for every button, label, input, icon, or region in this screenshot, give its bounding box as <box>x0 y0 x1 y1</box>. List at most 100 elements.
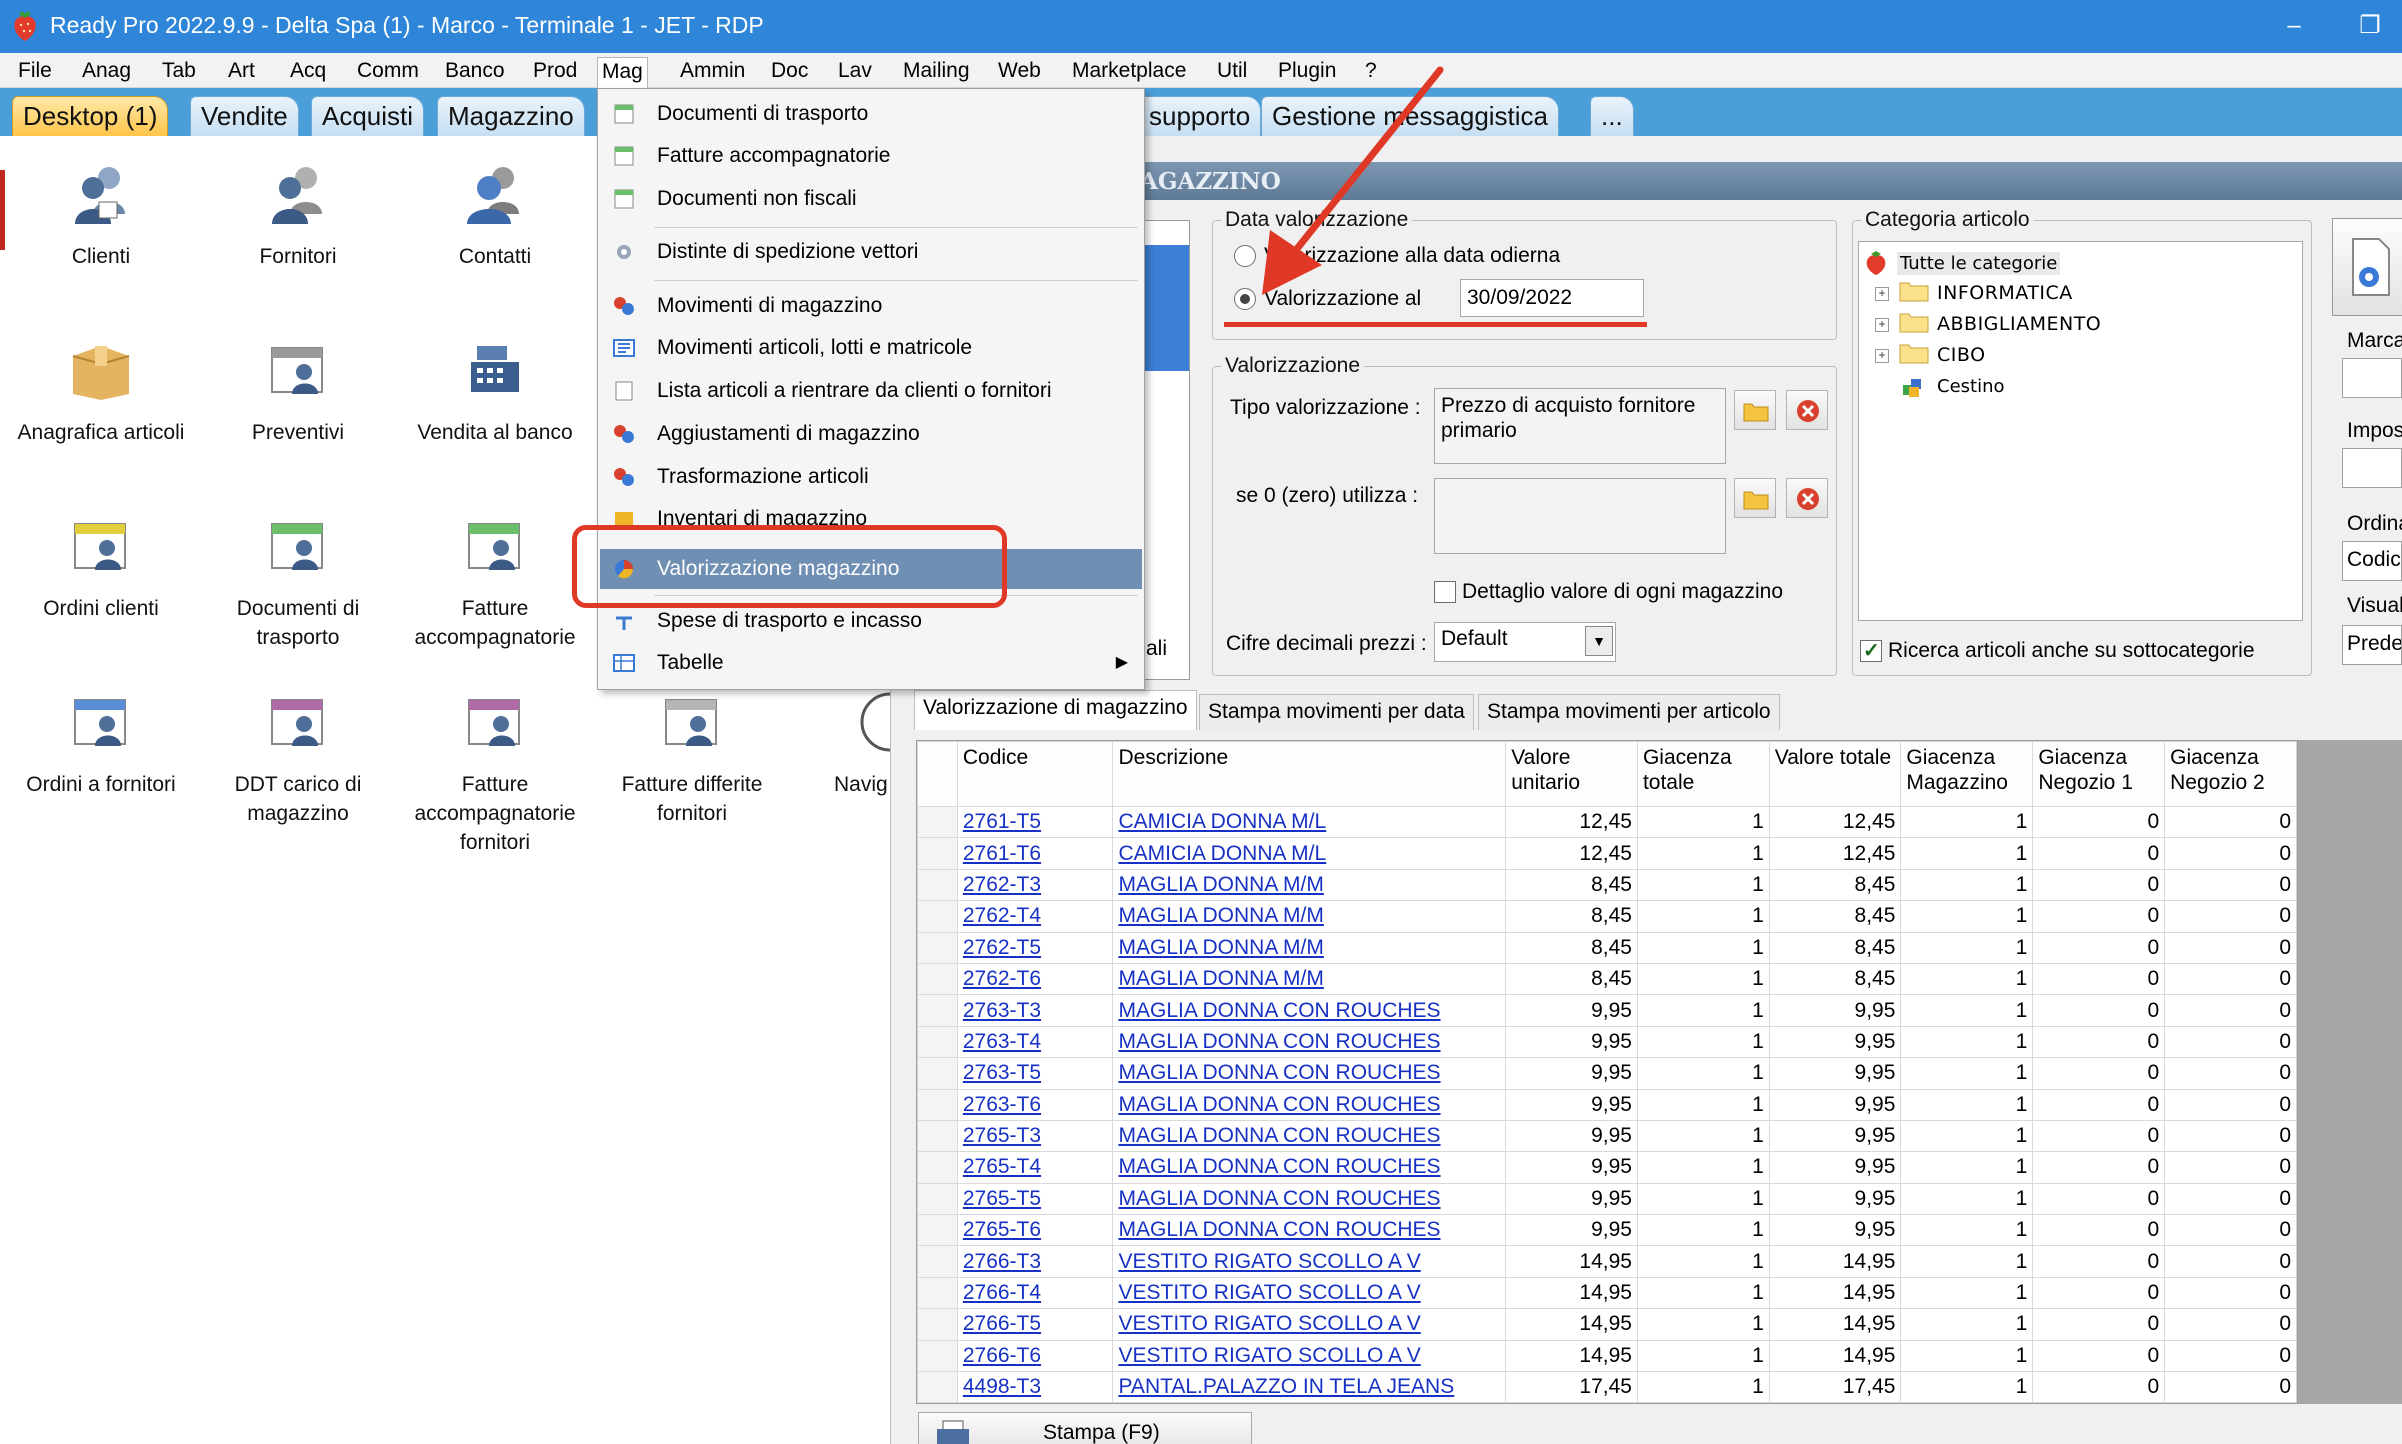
table-row[interactable]: 2762-T4 MAGLIA DONNA M/M 8,45 1 8,45 1 0 0 <box>917 900 2297 933</box>
table-row[interactable]: 2766-T4 VESTITO RIGATO SCOLLO A V 14,95 1 14… <box>917 1276 2297 1310</box>
zero-utilizza-field[interactable] <box>1434 478 1726 554</box>
menu-marketplace[interactable]: Marketplace <box>1068 57 1190 85</box>
cell-descrizione[interactable]: VESTITO RIGATO SCOLLO A V <box>1112 1339 1507 1373</box>
menuitem-distinte-spedizione[interactable]: Distinte di spedizione vettori <box>600 232 1142 272</box>
menuitem-trasformazione-articoli[interactable]: Trasformazione articoli <box>600 457 1142 497</box>
tipo-valorizzazione-field[interactable]: Prezzo di acquisto fornitore primario <box>1434 388 1726 464</box>
desktop-navigatore[interactable]: Navig <box>800 690 890 799</box>
row-selector[interactable] <box>917 868 958 902</box>
table-row[interactable]: 2762-T3 MAGLIA DONNA M/M 8,45 1 8,45 1 0 0 <box>917 868 2297 902</box>
menu-ammin[interactable]: Ammin <box>676 57 749 85</box>
cell-codice[interactable]: 2766-T5 <box>956 1308 1114 1341</box>
table-row[interactable]: 2763-T4 MAGLIA DONNA CON ROUCHES 9,95 1 9,95… <box>917 1025 2297 1059</box>
desktop-preventivi[interactable]: Preventivi <box>198 338 398 447</box>
tree-expand-icon[interactable]: + <box>1875 318 1889 332</box>
menu-web[interactable]: Web <box>994 57 1045 85</box>
cell-descrizione[interactable]: MAGLIA DONNA CON ROUCHES <box>1112 1057 1507 1090</box>
sottocategorie-checkbox[interactable] <box>1860 638 1882 663</box>
subtab-movimenti-data[interactable]: Stampa movimenti per data <box>1199 694 1474 730</box>
menu-file[interactable]: File <box>14 57 56 85</box>
cell-descrizione[interactable]: MAGLIA DONNA CON ROUCHES <box>1112 1025 1507 1059</box>
desktop-contatti[interactable]: Contatti <box>395 162 595 271</box>
table-row[interactable]: 2765-T6 MAGLIA DONNA CON ROUCHES 9,95 1 9,95… <box>917 1214 2297 1247</box>
cell-descrizione[interactable]: CAMICIA DONNA M/L <box>1112 837 1507 870</box>
cell-codice[interactable]: 2761-T6 <box>956 837 1114 870</box>
tree-item-tutte[interactable]: Tutte le categorie <box>1897 252 2061 275</box>
cell-descrizione[interactable]: MAGLIA DONNA CON ROUCHES <box>1112 1182 1507 1216</box>
menuitem-aggiustamenti-magazzino[interactable]: Aggiustamenti di magazzino <box>600 414 1142 454</box>
table-row[interactable]: 2765-T5 MAGLIA DONNA CON ROUCHES 9,95 1 9,95… <box>917 1182 2297 1216</box>
menu-mailing[interactable]: Mailing <box>899 57 974 85</box>
cell-codice[interactable]: 2761-T5 <box>956 805 1114 839</box>
table-row[interactable]: 2765-T3 MAGLIA DONNA CON ROUCHES 9,95 1 9,95… <box>917 1119 2297 1153</box>
grid-header-valore-unitario[interactable]: Valore unitario <box>1505 741 1638 807</box>
ordina-select[interactable]: Codic <box>2342 541 2402 581</box>
dettaglio-magazzino-label[interactable]: Dettaglio valore di ogni magazzino <box>1462 580 1783 604</box>
subtab-movimenti-articolo[interactable]: Stampa movimenti per articolo <box>1478 694 1780 730</box>
row-selector[interactable] <box>917 1308 958 1341</box>
row-selector[interactable] <box>917 1057 958 1090</box>
cell-descrizione[interactable]: MAGLIA DONNA M/M <box>1112 931 1507 964</box>
tab-magazzino[interactable]: Magazzino <box>437 96 585 136</box>
menu-doc[interactable]: Doc <box>767 57 812 85</box>
cell-codice[interactable]: 2762-T3 <box>956 868 1114 902</box>
zero-browse-button[interactable] <box>1734 478 1776 518</box>
table-row[interactable]: 2766-T5 VESTITO RIGATO SCOLLO A V 14,95 1 14… <box>917 1308 2297 1341</box>
desktop-anagrafica-articoli[interactable]: Anagrafica articoli <box>1 338 201 447</box>
menu-mag[interactable]: Mag <box>597 57 648 89</box>
desktop-fatture-accompagnatorie-fornitori[interactable]: Fatture accompagnatorie fornitori <box>395 690 595 857</box>
grid-header-giacenza-magazzino[interactable]: Giacenza Magazzino <box>1900 741 2034 807</box>
menuitem-movimenti-magazzino[interactable]: Movimenti di magazzino <box>600 286 1142 326</box>
row-selector[interactable] <box>917 1182 958 1216</box>
cell-descrizione[interactable]: MAGLIA DONNA CON ROUCHES <box>1112 994 1507 1027</box>
menuitem-movimenti-articoli[interactable]: Movimenti articoli, lotti e matricole <box>600 328 1142 368</box>
cell-descrizione[interactable]: MAGLIA DONNA M/M <box>1112 900 1507 933</box>
desktop-fatture-differite-fornitori[interactable]: Fatture differite fornitori <box>592 690 792 828</box>
results-grid[interactable]: Codice Descrizione Valore unitario Giace… <box>916 740 2298 1404</box>
row-selector[interactable] <box>917 962 958 996</box>
tipo-clear-button[interactable] <box>1786 390 1828 430</box>
cell-codice[interactable]: 2763-T6 <box>956 1088 1114 1121</box>
desktop-fornitori[interactable]: Fornitori <box>198 162 398 271</box>
cell-codice[interactable]: 4498-T3 <box>956 1371 1114 1404</box>
tree-item-cibo[interactable]: CIBO <box>1937 344 1986 366</box>
grid-header-valore-totale[interactable]: Valore totale <box>1768 741 1902 807</box>
row-selector[interactable] <box>917 1151 958 1184</box>
visual-select[interactable]: Prede <box>2342 625 2402 665</box>
cell-codice[interactable]: 2765-T3 <box>956 1119 1114 1153</box>
cell-codice[interactable]: 2765-T6 <box>956 1214 1114 1247</box>
menuitem-documenti-di-trasporto[interactable]: Documenti di trasporto <box>600 94 1142 134</box>
row-selector[interactable] <box>917 1371 958 1404</box>
cell-codice[interactable]: 2766-T3 <box>956 1245 1114 1278</box>
menu-art[interactable]: Art <box>224 57 259 85</box>
row-selector[interactable] <box>917 1245 958 1278</box>
cell-codice[interactable]: 2766-T4 <box>956 1276 1114 1310</box>
category-tree[interactable]: Tutte le categorie + INFORMATICA + ABBIG… <box>1858 241 2303 621</box>
row-selector[interactable] <box>917 1214 958 1247</box>
cell-codice[interactable]: 2765-T5 <box>956 1182 1114 1216</box>
cell-codice[interactable]: 2763-T3 <box>956 994 1114 1027</box>
cell-descrizione[interactable]: PANTAL.PALAZZO IN TELA JEANS <box>1112 1371 1507 1404</box>
tab-acquisti[interactable]: Acquisti <box>311 96 425 136</box>
row-selector[interactable] <box>917 900 958 933</box>
restore-button[interactable]: ❐ <box>2350 10 2390 42</box>
menu-lav[interactable]: Lav <box>834 57 876 85</box>
grid-header-giacenza-totale[interactable]: Giacenza totale <box>1636 741 1770 807</box>
date-field[interactable] <box>1460 279 1644 317</box>
menu-prod[interactable]: Prod <box>529 57 581 85</box>
cell-descrizione[interactable]: MAGLIA DONNA CON ROUCHES <box>1112 1214 1507 1247</box>
table-row[interactable]: 2761-T5 CAMICIA DONNA M/L 12,45 1 12,45 1 0 0 <box>917 805 2297 839</box>
table-row[interactable]: 2763-T6 MAGLIA DONNA CON ROUCHES 9,95 1 9,95… <box>917 1088 2297 1121</box>
grid-header-giacenza-negozio-1[interactable]: Giacenza Negozio 1 <box>2032 741 2166 807</box>
cell-descrizione[interactable]: MAGLIA DONNA M/M <box>1112 962 1507 996</box>
zero-clear-button[interactable] <box>1786 478 1828 518</box>
sottocategorie-label[interactable]: Ricerca articoli anche su sottocategorie <box>1888 639 2255 663</box>
dettaglio-magazzino-checkbox[interactable] <box>1434 581 1456 603</box>
desktop-vendita-al-banco[interactable]: Vendita al banco <box>395 338 595 447</box>
menuitem-fatture-accompagnatorie[interactable]: Fatture accompagnatorie <box>600 136 1142 176</box>
tab-vendite[interactable]: Vendite <box>190 96 299 136</box>
row-selector[interactable] <box>917 1339 958 1373</box>
row-selector[interactable] <box>917 1119 958 1153</box>
cell-descrizione[interactable]: VESTITO RIGATO SCOLLO A V <box>1112 1245 1507 1278</box>
execute-button[interactable] <box>2332 218 2402 316</box>
